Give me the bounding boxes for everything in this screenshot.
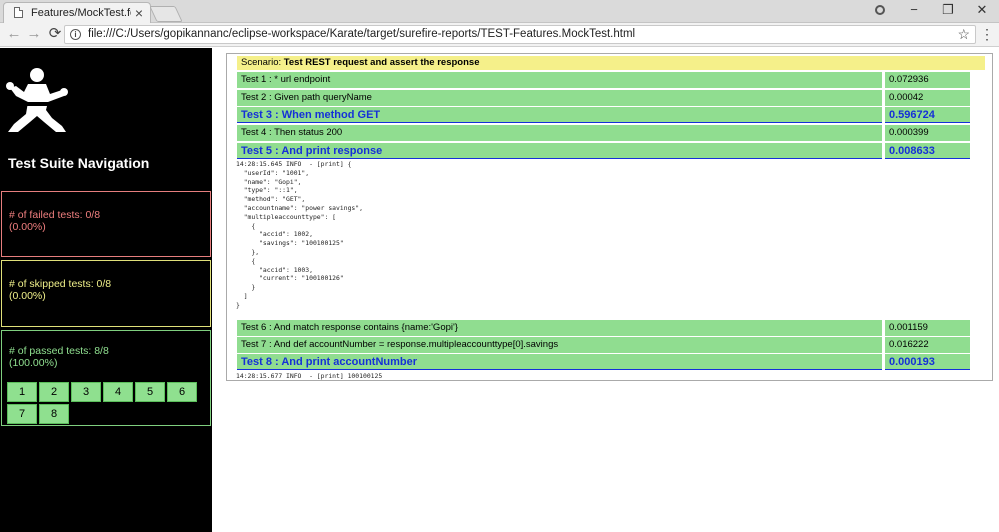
test-link-8[interactable]: 8 [39,404,69,424]
step-time: 0.000399 [885,125,970,141]
profile-icon [875,5,885,15]
reload-button[interactable]: ⟳ [46,25,64,43]
passed-count: # of passed tests: 8/8 [9,345,109,357]
url-text[interactable]: file:///C:/Users/gopikannanc/eclipse-wor… [88,28,635,40]
step-time: 0.596724 [885,107,970,123]
step-time: 0.001159 [885,320,970,336]
step-name: Test 4 : Then status 200 [237,125,882,141]
tab-strip: Features/MockTest.featu × − ❐ ✕ [0,0,999,23]
karate-logo [6,68,68,132]
failed-percent: (0.00%) [9,221,46,233]
close-tab-icon[interactable]: × [135,5,143,21]
scenario-name: Test REST request and assert the respons… [283,57,480,68]
failed-tests-box: # of failed tests: 0/8 (0.00%) [1,191,211,257]
skipped-count: # of skipped tests: 0/8 [9,278,112,290]
forward-button[interactable]: → [25,25,43,43]
close-window-button[interactable]: ✕ [965,0,999,22]
test-link-6[interactable]: 6 [167,382,197,402]
browser-tab[interactable]: Features/MockTest.featu × [3,2,151,23]
browser-menu-button[interactable]: ⋮ [980,26,994,42]
step-name: Test 6 : And match response contains {na… [237,320,882,336]
minimize-button[interactable]: − [897,0,931,22]
skipped-tests-box: # of skipped tests: 0/8 (0.00%) [1,260,211,327]
test-link-3[interactable]: 3 [71,382,101,402]
step-name: Test 2 : Given path queryName [237,90,882,106]
scenario-prefix: Scenario: [241,57,284,68]
step-time: 0.016222 [885,337,970,353]
print-response-log: 14:28:15.645 INFO - [print] { "userId": … [236,160,363,309]
passed-percent: (100.00%) [9,357,58,369]
skipped-percent: (0.00%) [9,290,46,302]
step-time: 0.072936 [885,72,970,88]
browser-toolbar: ← → ⟳ i file:///C:/Users/gopikannanc/ecl… [0,23,999,47]
profile-button[interactable] [863,0,897,22]
print-account-log: 14:28:15.677 INFO - [print] 100100125 [236,372,383,380]
step-name: Test 7 : And def accountNumber = respons… [237,337,882,353]
test-link-7[interactable]: 7 [7,404,37,424]
failed-count: # of failed tests: 0/8 [9,209,101,221]
scenario-header: Scenario: Test REST request and assert t… [237,56,985,70]
scenario-report: Scenario: Test REST request and assert t… [226,53,993,381]
document-icon [14,7,23,18]
test-link-4[interactable]: 4 [103,382,133,402]
step-name: Test 5 : And print response [237,143,882,159]
new-tab-button[interactable] [149,6,183,22]
step-name: Test 3 : When method GET [237,107,882,123]
navigation-title: Test Suite Navigation [8,155,150,171]
step-name: Test 1 : * url endpoint [237,72,882,88]
tab-title: Features/MockTest.featu [31,7,131,19]
step-time: 0.00042 [885,90,970,106]
sidebar: Test Suite Navigation # of failed tests:… [0,48,212,532]
passed-tests-box: # of passed tests: 8/8 (100.00%) 1 2 3 4… [1,330,211,426]
bookmark-star-icon[interactable]: ☆ [957,26,970,43]
step-time: 0.008633 [885,143,970,159]
test-link-1[interactable]: 1 [7,382,37,402]
step-time: 0.000193 [885,354,970,370]
address-bar[interactable]: i file:///C:/Users/gopikannanc/eclipse-w… [64,25,976,44]
info-icon[interactable]: i [70,29,81,40]
test-link-2[interactable]: 2 [39,382,69,402]
step-name: Test 8 : And print accountNumber [237,354,882,370]
restore-button[interactable]: ❐ [931,0,965,22]
test-link-5[interactable]: 5 [135,382,165,402]
back-button[interactable]: ← [5,25,23,43]
